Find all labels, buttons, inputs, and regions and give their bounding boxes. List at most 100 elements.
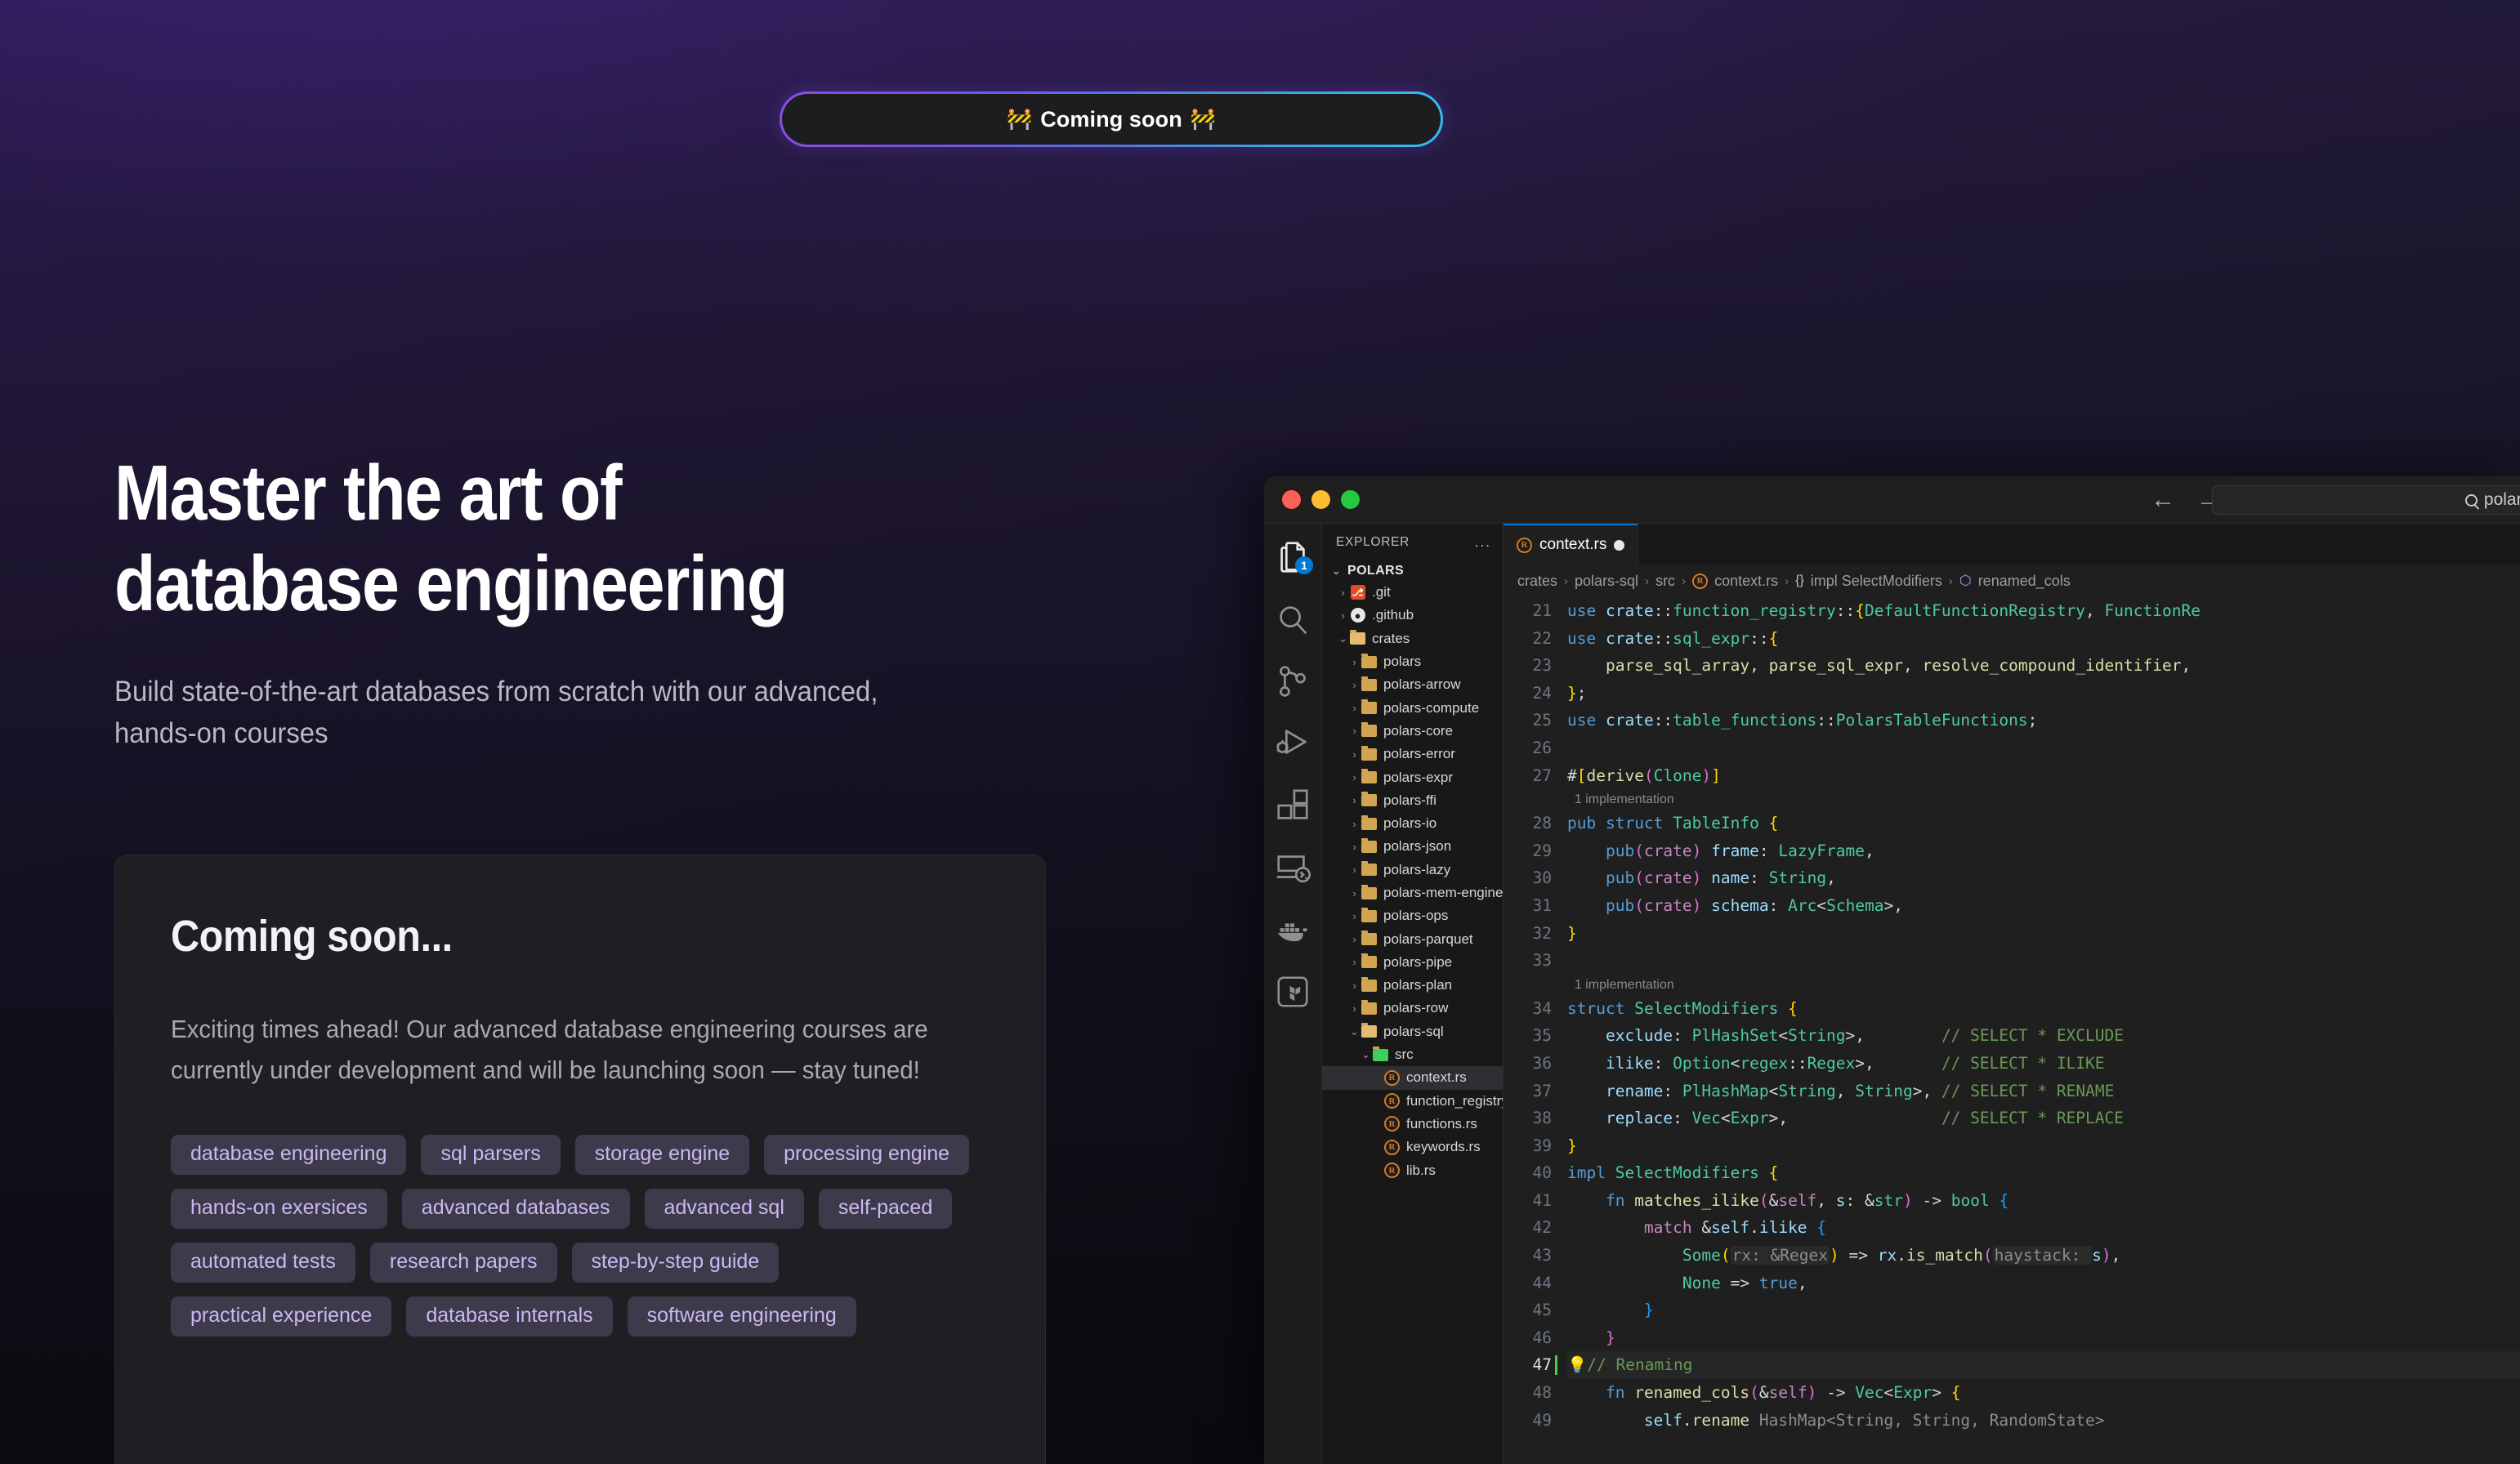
code-line[interactable]: parse_sql_array, parse_sql_expr, resolve… <box>1567 652 2520 680</box>
code-line[interactable]: } <box>1567 1324 2520 1352</box>
file-tree-item[interactable]: Rfunctions.rs <box>1322 1113 1503 1136</box>
tag-pill[interactable]: database engineering <box>171 1135 407 1176</box>
file-tree-item[interactable]: › polars-json <box>1322 835 1503 858</box>
close-button[interactable] <box>1282 490 1301 509</box>
file-tree-item[interactable]: › polars-lazy <box>1322 859 1503 882</box>
breadcrumb-item[interactable]: renamed_cols <box>1978 573 2071 590</box>
code-line[interactable]: struct SelectModifiers { <box>1567 995 2520 1023</box>
code-line[interactable]: impl SelectModifiers { <box>1567 1159 2520 1187</box>
card-heading: Coming soon... <box>171 912 453 961</box>
file-tree-item[interactable]: › ⎇ .git <box>1322 581 1503 604</box>
coming-soon-banner[interactable]: 🚧 Coming soon 🚧 <box>780 92 1443 147</box>
file-tree-item[interactable]: › polars-pipe <box>1322 951 1503 974</box>
tag-pill[interactable]: software engineering <box>627 1297 856 1337</box>
activity-bar-item-terraform[interactable] <box>1274 973 1311 1011</box>
explorer-root-folder[interactable]: ⌄ POLARS <box>1322 561 1503 581</box>
code-line[interactable]: match &self.ilike { <box>1567 1214 2520 1242</box>
tag-pill[interactable]: step-by-step guide <box>571 1243 780 1283</box>
breadcrumb-item[interactable]: crates <box>1517 573 1557 590</box>
file-tree-item[interactable]: › polars-plan <box>1322 974 1503 997</box>
file-tree-item[interactable]: Rcontext.rs <box>1322 1066 1503 1090</box>
file-tree-item[interactable]: › polars-error <box>1322 743 1503 765</box>
activity-bar-item-search[interactable] <box>1274 600 1311 638</box>
code-line[interactable]: #[derive(Clone)] <box>1567 762 2520 790</box>
file-tree-item[interactable]: › polars-ops <box>1322 904 1503 927</box>
activity-bar-item-source-control[interactable] <box>1274 663 1311 700</box>
file-tree-item[interactable]: ⌄ polars-sql <box>1322 1020 1503 1043</box>
tab-context-rs[interactable]: R context.rs <box>1504 524 1639 565</box>
tag-pill[interactable]: sql parsers <box>421 1135 561 1176</box>
tag-pill[interactable]: database internals <box>406 1297 613 1337</box>
tag-pill[interactable]: practical experience <box>171 1297 392 1337</box>
more-actions-icon[interactable]: ... <box>1475 534 1491 551</box>
code-line[interactable] <box>1567 947 2520 975</box>
code-line[interactable]: use crate::table_functions::PolarsTableF… <box>1567 707 2520 734</box>
breadcrumb-item[interactable]: polars-sql <box>1575 573 1638 590</box>
breadcrumb-item[interactable]: impl SelectModifiers <box>1811 573 1942 590</box>
activity-bar-item-extensions[interactable] <box>1274 787 1311 824</box>
code-line[interactable]: exclude: PlHashSet<String>, // SELECT * … <box>1567 1022 2520 1050</box>
tag-pill[interactable]: hands-on exersices <box>171 1189 387 1230</box>
file-tree-item[interactable]: › polars-mem-engine <box>1322 882 1503 904</box>
code-line[interactable]: replace: Vec<Expr>, // SELECT * REPLACE <box>1567 1105 2520 1132</box>
tag-pill[interactable]: processing engine <box>764 1135 970 1176</box>
code-editor[interactable]: 21 22 23 24 25 26 27 28 29 30 31 32 33 34 35 36 37 38 39… <box>1504 597 2520 1464</box>
construction-icon-left: 🚧 <box>1007 107 1033 131</box>
breadcrumb-item[interactable]: src <box>1655 573 1675 590</box>
file-tree-item[interactable]: › polars-io <box>1322 812 1503 835</box>
code-line[interactable]: ilike: Option<regex::Regex>, // SELECT *… <box>1567 1050 2520 1078</box>
code-line[interactable] <box>1567 734 2520 762</box>
activity-bar-item-remote-explorer[interactable] <box>1274 849 1311 886</box>
file-tree-item[interactable]: › polars-expr <box>1322 765 1503 788</box>
file-tree-item[interactable]: › ● .github <box>1322 604 1503 627</box>
breadcrumb-item[interactable]: context.rs <box>1714 573 1778 590</box>
code-line[interactable]: pub(crate) frame: LazyFrame, <box>1567 837 2520 865</box>
tag-pill[interactable]: storage engine <box>574 1135 750 1176</box>
tag-pill[interactable]: advanced sql <box>644 1189 804 1230</box>
code-line[interactable]: self.rename HashMap<String, String, Rand… <box>1567 1407 2520 1435</box>
file-tree-item[interactable]: Rkeywords.rs <box>1322 1136 1503 1158</box>
maximize-button[interactable] <box>1341 490 1360 509</box>
tag-list: database engineering sql parsers storage e… <box>171 1135 990 1337</box>
file-tree-item[interactable]: › polars-arrow <box>1322 673 1503 696</box>
activity-bar-item-explorer[interactable]: 1 <box>1274 538 1313 576</box>
code-line[interactable]: pub struct TableInfo { <box>1567 810 2520 837</box>
code-line[interactable]: } <box>1567 1297 2520 1324</box>
file-tree-item[interactable]: › polars <box>1322 650 1503 673</box>
lightbulb-icon[interactable]: 💡 <box>1567 1355 1587 1374</box>
tag-pill[interactable]: automated tests <box>171 1243 355 1283</box>
tag-pill[interactable]: research papers <box>369 1243 557 1283</box>
file-tree-item[interactable]: ⌄ crates <box>1322 627 1503 650</box>
code-line[interactable]: }; <box>1567 680 2520 707</box>
file-tree-item[interactable]: ⌄ src <box>1322 1043 1503 1066</box>
command-search-input[interactable]: polars <box>2212 485 2520 515</box>
file-tree-item[interactable]: › polars-row <box>1322 997 1503 1020</box>
code-lens[interactable]: 1 implementation <box>1567 975 2520 995</box>
code-line[interactable]: use crate::function_registry::{DefaultFu… <box>1567 597 2520 625</box>
code-line[interactable]: Some(rx: &Regex) => rx.is_match(haystack… <box>1567 1242 2520 1270</box>
file-tree-item[interactable]: › polars-core <box>1322 720 1503 743</box>
file-tree-item[interactable]: › polars-compute <box>1322 696 1503 719</box>
code-line[interactable]: fn matches_ilike(&self, s: &str) -> bool… <box>1567 1187 2520 1215</box>
code-line[interactable]: pub(crate) schema: Arc<Schema>, <box>1567 892 2520 920</box>
activity-bar-item-docker[interactable] <box>1274 911 1311 948</box>
file-tree-item[interactable]: › polars-parquet <box>1322 927 1503 950</box>
code-line[interactable]: None => true, <box>1567 1270 2520 1297</box>
tag-pill[interactable]: self-paced <box>818 1189 953 1230</box>
tag-pill[interactable]: advanced databases <box>401 1189 630 1230</box>
code-line[interactable]: rename: PlHashMap<String, String>, // SE… <box>1567 1078 2520 1105</box>
file-tree-item[interactable]: Rlib.rs <box>1322 1158 1503 1181</box>
code-line[interactable]: } <box>1567 920 2520 948</box>
code-line[interactable]: use crate::sql_expr::{ <box>1567 625 2520 653</box>
code-line[interactable]: pub(crate) name: String, <box>1567 864 2520 892</box>
activity-bar-item-run-and-debug[interactable] <box>1274 725 1311 762</box>
code-lens[interactable]: 1 implementation <box>1567 789 2520 810</box>
code-content[interactable]: use crate::function_registry::{DefaultFu… <box>1562 597 2520 1464</box>
code-line[interactable]: 💡// Renaming <box>1567 1351 2520 1379</box>
code-line[interactable]: fn renamed_cols(&self) -> Vec<Expr> { <box>1567 1379 2520 1407</box>
file-tree-item[interactable]: Rfunction_registry.rs <box>1322 1090 1503 1113</box>
code-line[interactable]: } <box>1567 1132 2520 1160</box>
minimize-button[interactable] <box>1311 490 1330 509</box>
back-arrow-icon[interactable]: ← <box>2151 487 2175 512</box>
file-tree-item[interactable]: › polars-ffi <box>1322 789 1503 812</box>
